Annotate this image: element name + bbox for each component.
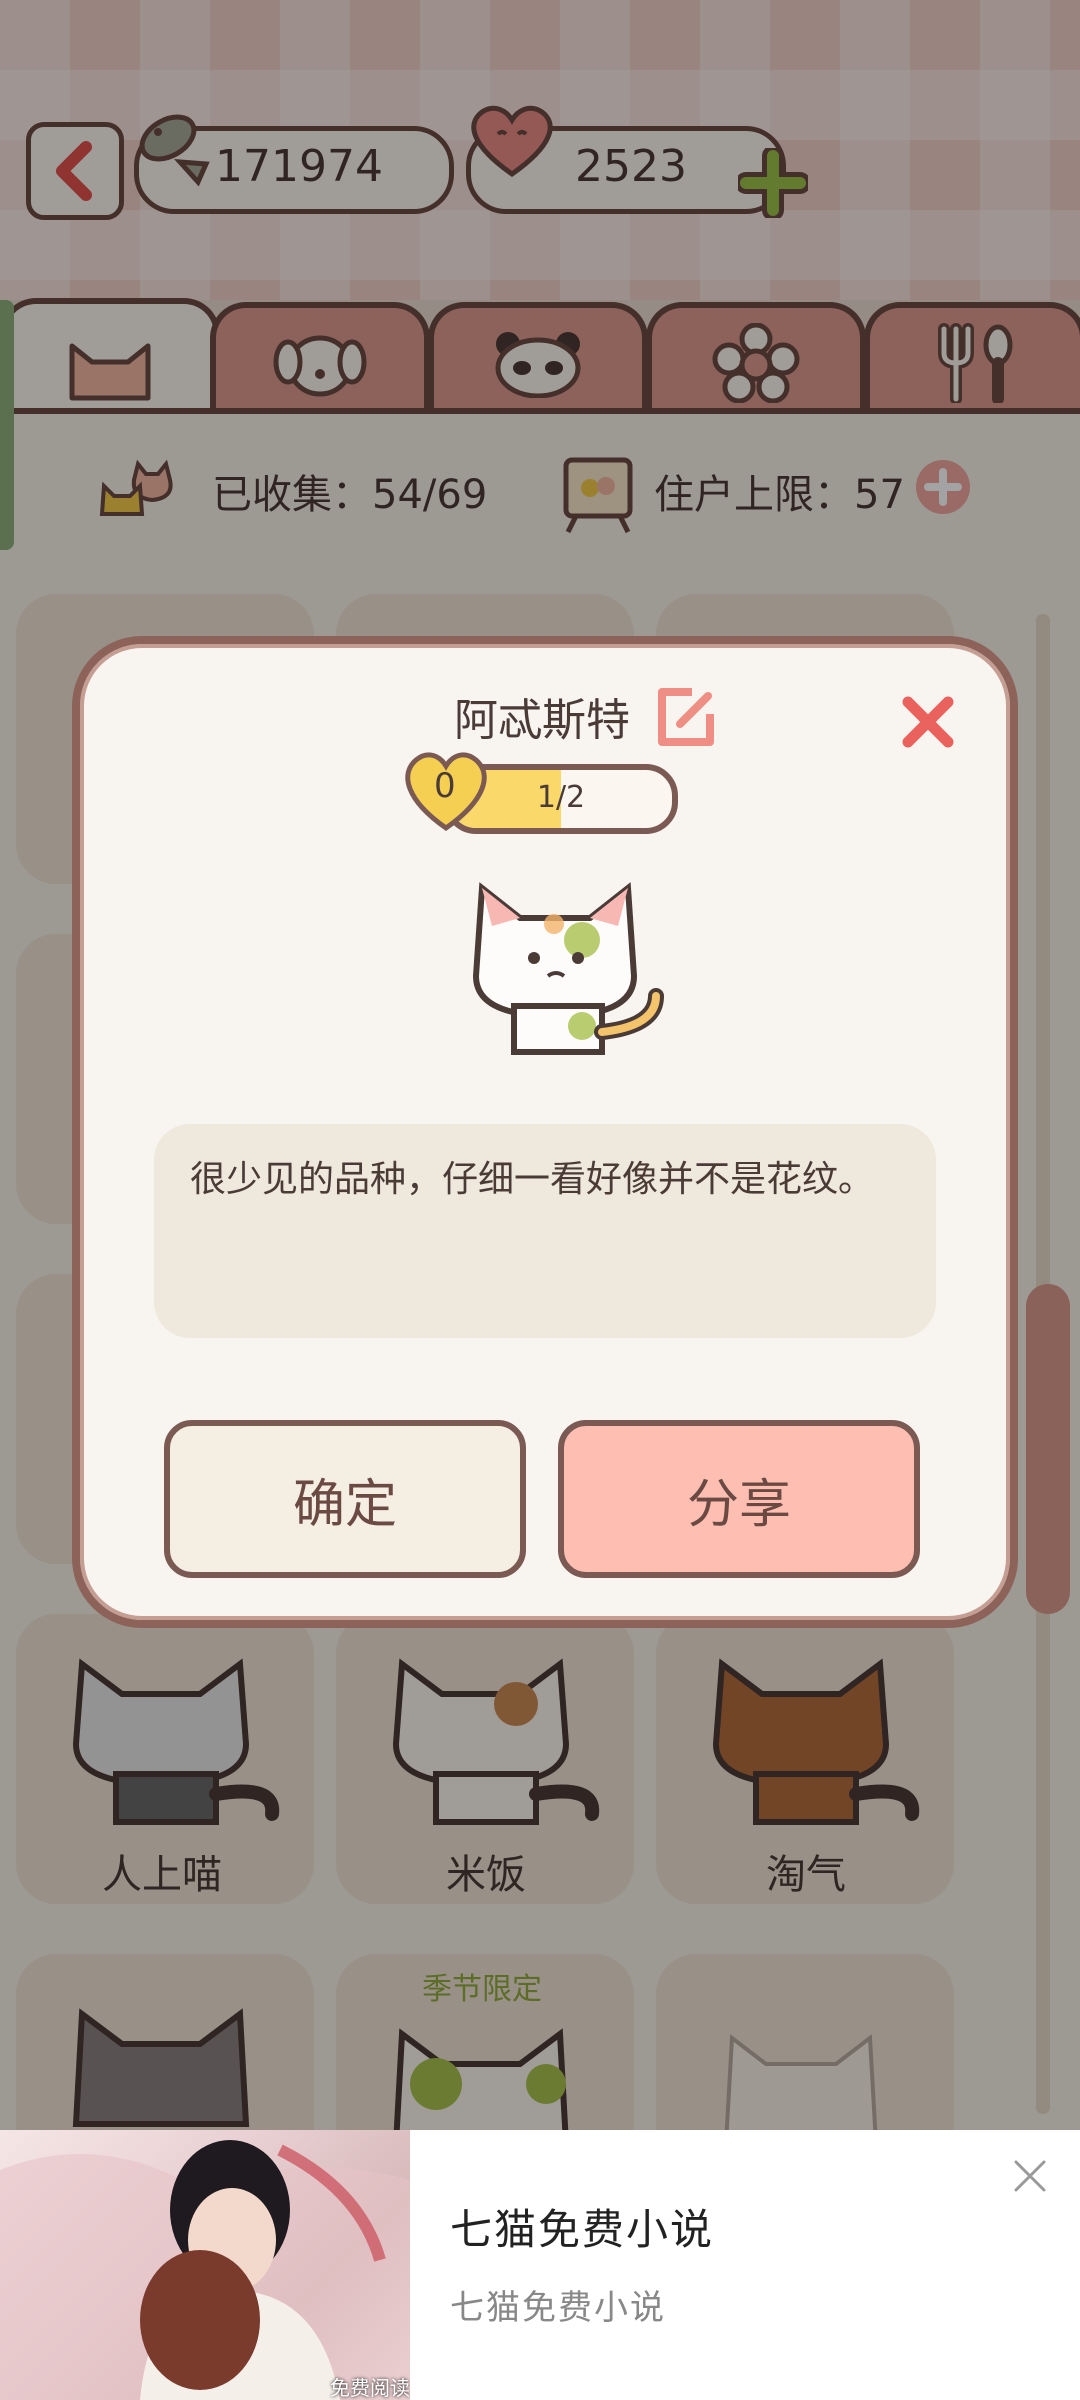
edit-icon[interactable] — [652, 684, 720, 752]
confirm-button[interactable]: 确定 — [164, 1420, 526, 1578]
ad-subtitle: 七猫免费小说 — [450, 2288, 666, 2328]
ad-close-icon[interactable] — [1012, 2158, 1048, 2194]
cat-detail-dialog: 阿忒斯特 1/2 0 很少见的品种，仔细一看好像并不是花纹。 确定 分享 — [72, 636, 1018, 1628]
ad-title[interactable]: 七猫免费小说 — [450, 2196, 714, 2257]
ad-image[interactable]: 免费阅读 — [0, 2130, 410, 2400]
ad-illustration — [0, 2140, 410, 2400]
share-button[interactable]: 分享 — [558, 1420, 920, 1578]
description-box: 很少见的品种，仔细一看好像并不是花纹。 — [154, 1124, 936, 1338]
cat-description: 很少见的品种，仔细一看好像并不是花纹。 — [190, 1159, 875, 1200]
close-icon[interactable] — [900, 694, 956, 750]
cat-portrait — [472, 882, 664, 1055]
cat-name-title: 阿忒斯特 — [454, 695, 630, 746]
ad-image-caption: 免费阅读 — [330, 2376, 410, 2400]
ad-banner[interactable]: 免费阅读 七猫免费小说 七猫免费小说 — [0, 2130, 1080, 2400]
heart-level: 0 — [434, 766, 456, 806]
